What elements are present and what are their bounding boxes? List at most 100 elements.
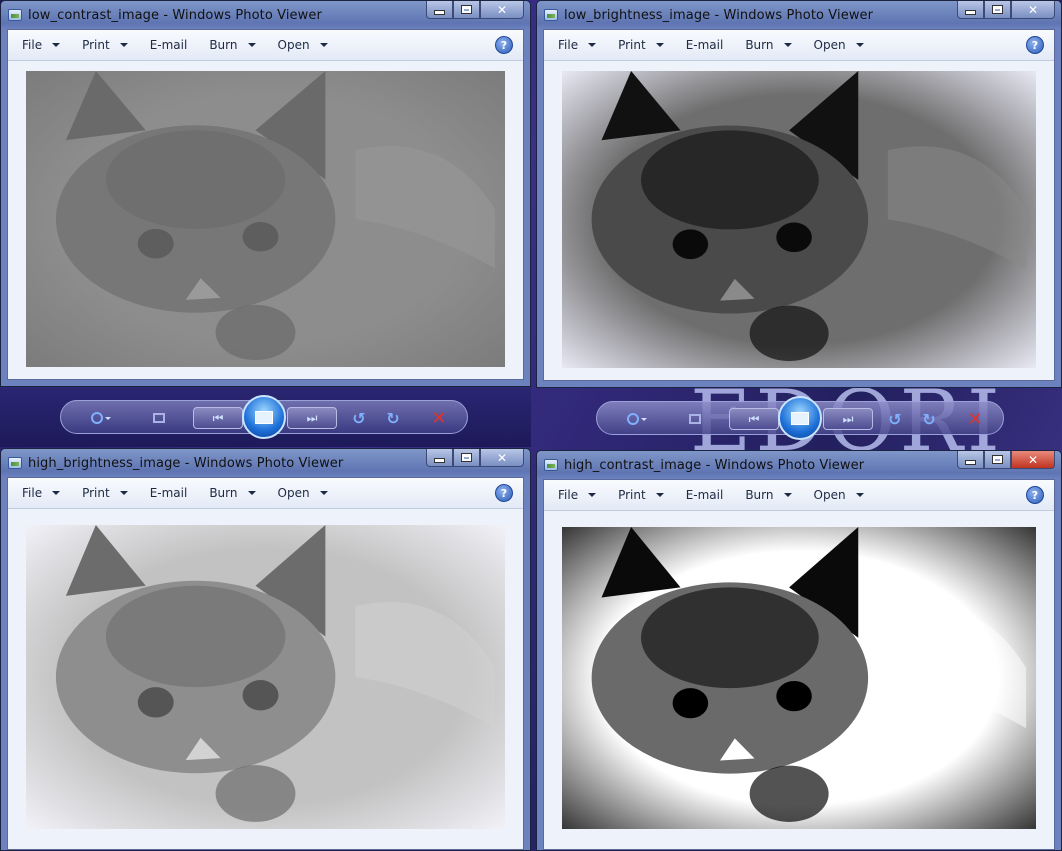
menu-print[interactable]: Print: [82, 38, 128, 52]
next-button[interactable]: ⏭: [823, 408, 873, 430]
title-bar[interactable]: low_brightness_image - Windows Photo Vie…: [537, 1, 1061, 29]
chevron-down-icon: [319, 491, 328, 495]
rotate-counterclockwise-button[interactable]: ↺: [885, 409, 905, 429]
cat-left-eye: [672, 229, 709, 260]
cat-paw: [215, 304, 296, 361]
menu-print[interactable]: Print: [618, 38, 664, 52]
previous-button[interactable]: ⏮: [193, 407, 243, 429]
cat-forehead: [641, 587, 819, 689]
window-title: low_contrast_image - Windows Photo Viewe…: [28, 7, 322, 23]
photo-viewer-icon: [8, 9, 22, 21]
slideshow-button[interactable]: [778, 396, 822, 440]
previous-button[interactable]: ⏮: [729, 408, 779, 430]
viewer-client: File Print E-mail Burn Open ?: [7, 477, 524, 850]
minimize-icon: [966, 461, 975, 464]
menu-print[interactable]: Print: [618, 488, 664, 502]
chevron-down-icon: [783, 43, 792, 47]
chevron-down-icon: [319, 43, 328, 47]
next-icon: ⏭: [842, 411, 854, 426]
zoom-button[interactable]: [627, 409, 647, 429]
menu-print[interactable]: Print: [82, 486, 128, 500]
menu-burn[interactable]: Burn: [209, 38, 256, 52]
delete-icon: ✕: [431, 407, 447, 429]
previous-icon: ⏮: [748, 411, 760, 426]
image-view-area[interactable]: [544, 61, 1054, 380]
menu-open[interactable]: Open: [814, 488, 864, 502]
minimize-button[interactable]: [426, 1, 453, 19]
close-icon: ✕: [1027, 452, 1039, 467]
close-button[interactable]: ✕: [480, 449, 524, 467]
window-title: low_brightness_image - Windows Photo Vie…: [564, 7, 874, 23]
maximize-icon: [993, 456, 1002, 463]
title-bar[interactable]: high_brightness_image - Windows Photo Vi…: [1, 449, 530, 477]
rotate-counterclockwise-button[interactable]: ↺: [349, 408, 369, 428]
menu-email[interactable]: E-mail: [686, 488, 724, 502]
chevron-down-icon: [119, 43, 128, 47]
cat-left-eye: [137, 228, 174, 259]
minimize-icon: [435, 459, 444, 462]
minimize-button[interactable]: [957, 451, 984, 469]
chevron-down-icon: [588, 43, 597, 47]
actual-size-button[interactable]: [685, 409, 705, 429]
maximize-button[interactable]: [984, 451, 1011, 469]
image-view-area[interactable]: [544, 511, 1054, 849]
menu-file[interactable]: File: [22, 486, 61, 500]
cat-paw: [749, 765, 829, 822]
photo-viewer-icon: [544, 9, 558, 21]
menu-open[interactable]: Open: [814, 38, 864, 52]
close-button[interactable]: ✕: [480, 1, 524, 19]
rotate-counterclockwise-icon: ↺: [352, 408, 366, 428]
photo-viewer-window-low-contrast: low_contrast_image - Windows Photo Viewe…: [0, 0, 531, 387]
menu-burn[interactable]: Burn: [745, 488, 792, 502]
cat-photo: [562, 71, 1036, 368]
help-icon[interactable]: ?: [495, 484, 513, 502]
title-bar[interactable]: low_contrast_image - Windows Photo Viewe…: [1, 1, 530, 29]
zoom-button[interactable]: [91, 408, 111, 428]
help-icon[interactable]: ?: [1026, 486, 1044, 504]
command-bar: File Print E-mail Burn Open ?: [544, 30, 1054, 61]
minimize-button[interactable]: [957, 1, 984, 19]
menu-open[interactable]: Open: [278, 486, 328, 500]
actual-size-button[interactable]: [149, 408, 169, 428]
menu-email[interactable]: E-mail: [150, 486, 188, 500]
menu-open[interactable]: Open: [278, 38, 328, 52]
delete-button[interactable]: ✕: [429, 407, 449, 429]
cat-right-eye: [776, 222, 812, 253]
slideshow-button[interactable]: [242, 395, 286, 439]
minimize-button[interactable]: [426, 449, 453, 467]
maximize-button[interactable]: [453, 449, 480, 467]
chevron-down-icon: [783, 493, 792, 497]
menu-burn[interactable]: Burn: [745, 38, 792, 52]
menu-email[interactable]: E-mail: [686, 38, 724, 52]
maximize-button[interactable]: [453, 1, 480, 19]
rotate-clockwise-button[interactable]: ↻: [919, 409, 939, 429]
chevron-down-icon: [247, 43, 256, 47]
minimize-icon: [966, 11, 975, 14]
close-button[interactable]: ✕: [1011, 1, 1055, 19]
menu-burn[interactable]: Burn: [209, 486, 256, 500]
menu-file[interactable]: File: [558, 488, 597, 502]
help-icon[interactable]: ?: [495, 36, 513, 54]
viewer-client: File Print E-mail Burn Open ?: [543, 29, 1055, 381]
close-icon: ✕: [496, 450, 508, 465]
menu-email[interactable]: E-mail: [150, 38, 188, 52]
maximize-button[interactable]: [984, 1, 1011, 19]
rotate-clockwise-button[interactable]: ↻: [383, 408, 403, 428]
help-icon[interactable]: ?: [1026, 36, 1044, 54]
menu-file[interactable]: File: [22, 38, 61, 52]
cat-photo: [562, 527, 1036, 829]
image-view-area[interactable]: [8, 509, 523, 849]
chevron-down-icon: [119, 491, 128, 495]
photo-viewer-window-high-contrast: high_contrast_image - Windows Photo View…: [536, 450, 1062, 851]
maximize-icon: [462, 454, 471, 461]
next-button[interactable]: ⏭: [287, 407, 337, 429]
viewer-toolbar-left: ⏮ ⏭ ↺ ↻ ✕: [0, 387, 531, 447]
image-view-area[interactable]: [8, 61, 523, 379]
delete-button[interactable]: ✕: [965, 409, 985, 430]
chevron-down-icon: [655, 43, 664, 47]
previous-icon: ⏮: [212, 410, 224, 425]
title-bar[interactable]: high_contrast_image - Windows Photo View…: [537, 451, 1061, 479]
close-icon: ✕: [496, 2, 508, 17]
menu-file[interactable]: File: [558, 38, 597, 52]
close-button[interactable]: ✕: [1011, 451, 1055, 469]
